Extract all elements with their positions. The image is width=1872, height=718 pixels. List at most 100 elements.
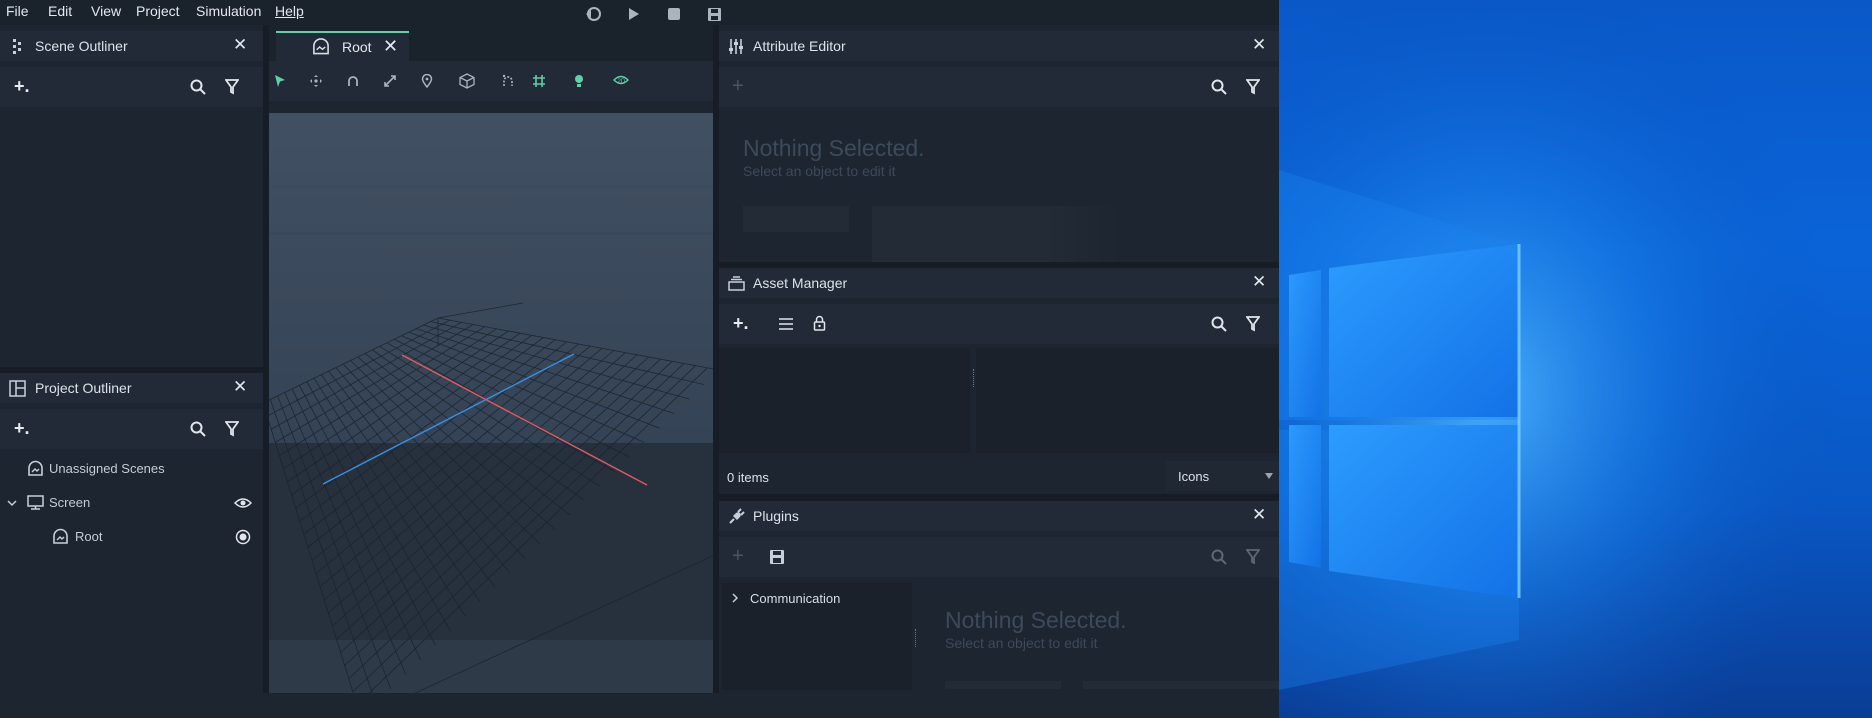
snap-icon[interactable] <box>499 72 517 90</box>
tree-item-label: Root <box>75 529 103 544</box>
filter-icon[interactable] <box>223 420 241 438</box>
grid-icon[interactable] <box>530 72 548 90</box>
close-icon[interactable]: ✕ <box>383 37 398 55</box>
select-arrow-icon[interactable] <box>271 72 289 90</box>
scene-icon <box>51 527 69 545</box>
vertical-splitter[interactable] <box>713 25 719 718</box>
list-icon[interactable] <box>777 315 795 333</box>
search-icon[interactable] <box>189 420 207 438</box>
active-radio-icon[interactable] <box>234 528 252 546</box>
attribute-editor-toolbar: + <box>719 67 1279 107</box>
attribute-editor-title: Attribute Editor <box>753 38 846 54</box>
sliders-icon <box>727 37 745 55</box>
menu-file[interactable]: File <box>6 3 29 19</box>
search-icon[interactable] <box>189 78 207 96</box>
tab-label: Root <box>342 39 372 55</box>
status-bar <box>0 693 1279 718</box>
chevron-down-icon[interactable] <box>3 494 21 512</box>
close-icon[interactable]: ✕ <box>1252 36 1266 53</box>
close-icon[interactable]: ✕ <box>1252 273 1266 290</box>
asset-manager-panel: Asset Manager ✕ +. 0 items Icons <box>719 268 1279 494</box>
add-project-item-button[interactable]: +. <box>14 418 30 439</box>
placeholder-field <box>743 206 849 232</box>
asset-manager-header: Asset Manager ✕ <box>719 268 1279 298</box>
filter-icon[interactable] <box>1244 315 1262 333</box>
scale-icon[interactable] <box>381 72 399 90</box>
scene-icon <box>312 37 330 55</box>
menu-bar: File Edit View Project Simulation Help <box>0 0 1279 25</box>
save-icon[interactable] <box>706 6 722 22</box>
viewport-canvas[interactable] <box>263 113 713 718</box>
stop-icon[interactable] <box>666 6 682 22</box>
attribute-editor-panel: Attribute Editor ✕ + Nothing Selected. S… <box>719 31 1279 262</box>
pin-icon[interactable] <box>418 72 436 90</box>
filter-icon[interactable] <box>1244 78 1262 96</box>
search-icon[interactable] <box>1210 548 1228 566</box>
light-icon[interactable] <box>570 72 588 90</box>
empty-state-title: Nothing Selected. <box>743 135 925 161</box>
close-icon[interactable]: ✕ <box>233 378 247 395</box>
cube-icon[interactable] <box>458 72 476 90</box>
camera-2d-icon[interactable]: 2D <box>612 72 630 90</box>
vertical-splitter[interactable] <box>263 25 269 718</box>
project-icon <box>8 379 26 397</box>
asset-content-area[interactable] <box>976 348 1279 453</box>
desktop-wallpaper <box>1279 0 1872 718</box>
outliner-icon <box>8 38 26 56</box>
item-count: 0 items <box>727 470 769 485</box>
empty-state-title: Nothing Selected. <box>945 607 1127 633</box>
scene-outliner-toolbar: +. <box>0 67 263 107</box>
rewind-icon[interactable] <box>585 6 601 22</box>
project-outliner-header: Project Outliner ✕ <box>0 373 263 403</box>
filter-icon[interactable] <box>1244 548 1262 566</box>
view-mode-select[interactable]: Icons <box>1166 461 1279 491</box>
asset-folder-tree[interactable] <box>719 348 970 453</box>
scene-outliner-title: Scene Outliner <box>35 38 128 54</box>
play-icon[interactable] <box>626 6 642 22</box>
close-icon[interactable]: ✕ <box>233 36 247 53</box>
app-window: File Edit View Project Simulation Help S… <box>0 0 1279 718</box>
filter-icon[interactable] <box>223 78 241 96</box>
add-plugin-button[interactable]: + <box>732 545 744 568</box>
move-icon[interactable] <box>307 72 325 90</box>
lock-icon[interactable] <box>810 314 828 332</box>
menu-edit[interactable]: Edit <box>48 3 72 19</box>
menu-simulation[interactable]: Simulation <box>196 3 261 19</box>
placeholder-field <box>872 206 1122 262</box>
close-icon[interactable]: ✕ <box>1252 506 1266 523</box>
add-scene-button[interactable]: +. <box>14 76 30 97</box>
search-icon[interactable] <box>1210 78 1228 96</box>
chevron-right-icon[interactable] <box>726 589 744 607</box>
splitter-handle[interactable] <box>915 629 918 647</box>
tree-item-label: Unassigned Scenes <box>49 461 165 476</box>
project-outliner-title: Project Outliner <box>35 380 132 396</box>
add-attribute-button[interactable]: + <box>732 75 744 98</box>
viewport-panel: Root ✕ 2D <box>263 25 713 718</box>
project-outliner-toolbar: +. <box>0 409 263 449</box>
menu-view[interactable]: View <box>91 3 121 19</box>
horizontal-splitter[interactable] <box>719 494 1279 501</box>
monitor-icon <box>26 493 44 511</box>
menu-help[interactable]: Help <box>275 3 304 19</box>
add-asset-button[interactable]: +. <box>733 313 749 334</box>
plugin-tree[interactable]: Communication <box>722 583 912 690</box>
empty-state-subtitle: Select an object to edit it <box>945 635 1098 651</box>
viewport-toolbar: 2D <box>263 61 713 101</box>
plugins-title: Plugins <box>753 508 799 524</box>
plug-icon <box>727 507 745 525</box>
asset-manager-title: Asset Manager <box>753 275 848 291</box>
view-mode-value: Icons <box>1178 469 1210 484</box>
stack-icon <box>727 274 745 292</box>
search-icon[interactable] <box>1210 315 1228 333</box>
save-icon[interactable] <box>768 548 786 566</box>
scene-outliner-panel: Scene Outliner ✕ +. <box>0 31 263 367</box>
tab-root[interactable]: Root ✕ <box>276 31 409 63</box>
menu-project[interactable]: Project <box>136 3 180 19</box>
svg-text:2D: 2D <box>618 79 626 85</box>
horizontal-splitter[interactable] <box>0 367 263 373</box>
placeholder-field <box>1083 681 1279 689</box>
placeholder-field <box>945 681 1061 689</box>
horizontal-splitter[interactable] <box>719 262 1279 268</box>
rotate-icon[interactable] <box>344 72 362 90</box>
eye-icon[interactable] <box>234 494 252 512</box>
